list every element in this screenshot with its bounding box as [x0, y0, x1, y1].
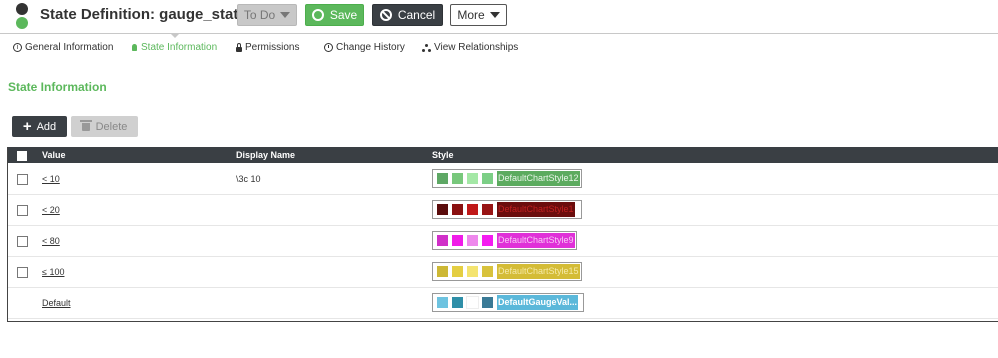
style-name-label: DefaultChartStyle15: [497, 264, 580, 279]
column-header-style[interactable]: Style: [432, 150, 454, 160]
row-value-link[interactable]: ≤ 100: [42, 267, 64, 277]
delete-button[interactable]: Delete: [71, 116, 138, 137]
clock-icon: [324, 43, 333, 52]
save-button-label: Save: [329, 8, 358, 22]
chevron-down-icon: [489, 12, 500, 18]
delete-button-label: Delete: [95, 120, 128, 133]
color-swatch: [452, 266, 463, 277]
table-row[interactable]: < 80 DefaultChartStyle9: [8, 226, 998, 257]
color-swatch: [482, 173, 493, 184]
table-row[interactable]: < 20 DefaultChartStyle1: [8, 195, 998, 226]
chevron-down-icon: [280, 12, 291, 18]
lock-icon: [236, 42, 242, 52]
color-swatch: [482, 235, 493, 246]
tab-label: View Relationships: [434, 42, 519, 53]
color-swatch: [452, 297, 463, 308]
save-button[interactable]: Save: [305, 4, 364, 26]
row-checkbox[interactable]: [17, 236, 28, 247]
relationships-icon: [422, 43, 431, 52]
bulb-icon: [132, 44, 137, 51]
row-display-name: \3c 10: [236, 174, 261, 184]
style-preview[interactable]: DefaultChartStyle1: [432, 200, 582, 219]
tab-state-information[interactable]: State Information: [132, 42, 217, 53]
tab-label: General Information: [25, 42, 114, 53]
table-row[interactable]: ≤ 100 DefaultChartStyle15: [8, 257, 998, 288]
todo-button-label: To Do: [243, 8, 276, 22]
page-title: State Definition: gauge_state?: [40, 6, 261, 23]
trash-icon: [79, 119, 92, 131]
tab-change-history[interactable]: Change History: [324, 42, 405, 53]
tab-label: State Information: [141, 42, 218, 53]
add-button-label: Add: [36, 120, 57, 133]
row-checkbox[interactable]: [17, 205, 28, 216]
tab-label: Change History: [336, 42, 405, 53]
color-swatch: [467, 173, 478, 184]
color-swatch: [467, 235, 478, 246]
tab-general-information[interactable]: i General Information: [13, 42, 113, 53]
cancel-button[interactable]: Cancel: [372, 4, 443, 26]
tab-label: Permissions: [245, 42, 300, 53]
app-logo: [16, 3, 28, 29]
add-button[interactable]: + Add: [12, 116, 67, 137]
info-icon: i: [13, 43, 22, 52]
active-tab-pointer: [170, 33, 180, 38]
row-checkbox[interactable]: [17, 267, 28, 278]
color-swatch: [482, 266, 493, 277]
color-swatch: [437, 173, 448, 184]
style-name-label: DefaultChartStyle12: [497, 171, 580, 186]
ban-icon: [379, 9, 392, 21]
page-title-text: State Definition: gauge_state: [40, 6, 247, 23]
select-all-checkbox[interactable]: [17, 151, 27, 161]
style-preview[interactable]: DefaultGaugeVal...: [432, 293, 584, 312]
page-header: State Definition: gauge_state? To Do Sav…: [0, 0, 998, 34]
cancel-button-label: Cancel: [397, 8, 436, 22]
more-button-label: More: [457, 8, 485, 22]
row-value-link[interactable]: < 20: [42, 205, 60, 215]
style-name-label: DefaultGaugeVal...: [497, 295, 579, 310]
column-header-value[interactable]: Value: [42, 150, 66, 160]
style-name-label: DefaultChartStyle1: [497, 202, 575, 217]
style-name-label: DefaultChartStyle9: [497, 233, 575, 248]
table-header: Value Display Name Style: [8, 147, 998, 163]
color-swatch: [452, 204, 463, 215]
tab-bar: i General Information State Information …: [0, 42, 998, 58]
color-swatch: [437, 235, 448, 246]
todo-button[interactable]: To Do: [237, 4, 297, 26]
color-swatch: [452, 173, 463, 184]
color-swatch: [466, 296, 479, 309]
style-preview[interactable]: DefaultChartStyle15: [432, 262, 582, 281]
color-swatch: [452, 235, 463, 246]
column-header-display-name[interactable]: Display Name: [236, 150, 295, 160]
color-swatch: [437, 204, 448, 215]
color-swatch: [437, 297, 448, 308]
section-title: State Information: [8, 80, 107, 94]
table-row[interactable]: < 10 \3c 10 DefaultChartStyle12: [8, 164, 998, 195]
color-swatch: [482, 204, 493, 215]
color-swatch: [467, 266, 478, 277]
row-checkbox[interactable]: [17, 174, 28, 185]
table-row[interactable]: Default DefaultGaugeVal...: [8, 288, 998, 319]
state-table: Value Display Name Style < 10 \3c 10 Defau…: [7, 147, 998, 322]
tab-view-relationships[interactable]: View Relationships: [422, 42, 518, 53]
plus-icon: +: [22, 117, 32, 135]
style-preview[interactable]: DefaultChartStyle9: [432, 231, 577, 250]
row-value-link[interactable]: Default: [42, 298, 71, 308]
style-preview[interactable]: DefaultChartStyle12: [432, 169, 582, 188]
color-swatch: [482, 297, 493, 308]
circle-icon: [311, 9, 324, 21]
row-value-link[interactable]: < 80: [42, 236, 60, 246]
color-swatch: [467, 204, 478, 215]
more-button[interactable]: More: [450, 4, 507, 26]
color-swatch: [437, 266, 448, 277]
tab-permissions[interactable]: Permissions: [236, 42, 299, 53]
row-value-link[interactable]: < 10: [42, 174, 60, 184]
